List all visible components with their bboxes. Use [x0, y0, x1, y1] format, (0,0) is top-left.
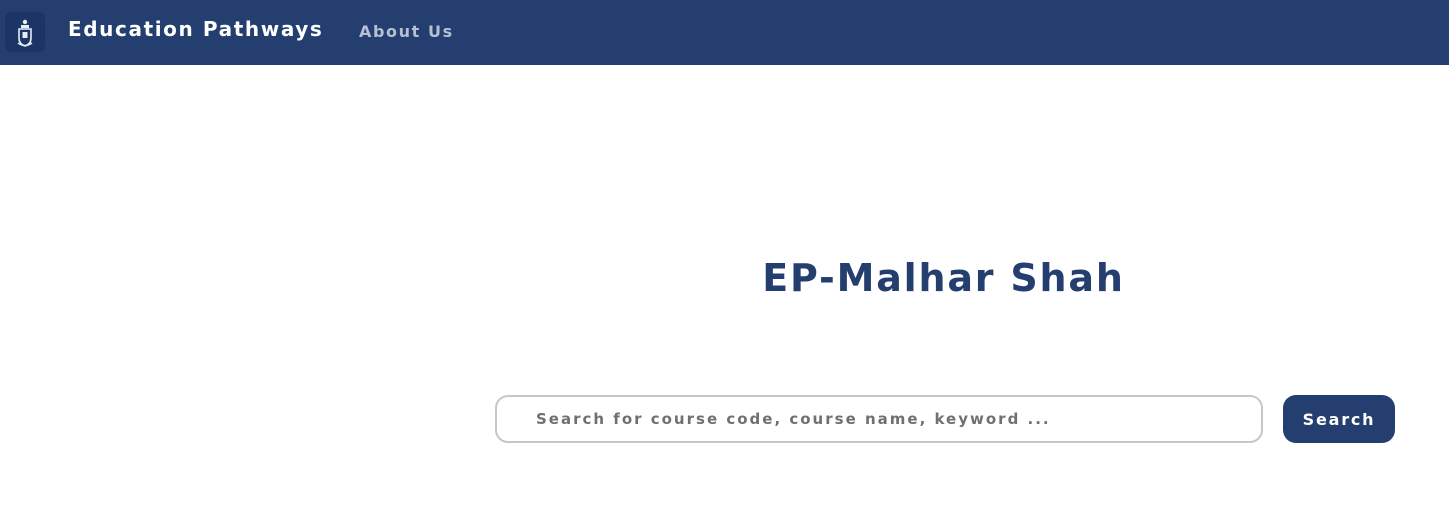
nav-link-about-us[interactable]: About Us — [359, 22, 454, 41]
brand-title[interactable]: Education Pathways — [68, 17, 323, 41]
top-navbar: Education Pathways About Us — [0, 0, 1449, 65]
search-button[interactable]: Search — [1283, 395, 1395, 443]
university-crest-icon[interactable] — [5, 12, 45, 52]
search-input[interactable] — [495, 395, 1263, 443]
page-title: EP-Malhar Shah — [762, 256, 1125, 300]
